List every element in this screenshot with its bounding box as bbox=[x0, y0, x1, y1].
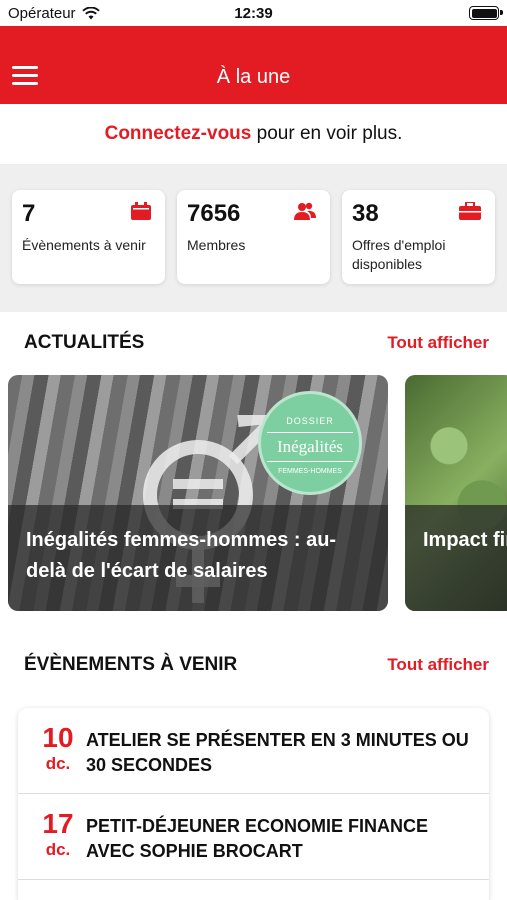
event-month: dc. bbox=[45, 754, 71, 773]
nav-bar: À la une bbox=[0, 26, 507, 104]
event-month: dc. bbox=[45, 840, 71, 859]
stat-label: Membres bbox=[187, 237, 246, 253]
events-heading: ÉVÈNEMENTS À VENIR bbox=[24, 654, 238, 675]
news-card[interactable]: Impact finance bbox=[405, 375, 507, 611]
stat-card-jobs[interactable]: 38 Offres d'emploi disponibles bbox=[342, 190, 495, 284]
news-card-title: Impact finance bbox=[405, 505, 507, 611]
event-title: PETIT-DÉJEUNER ECONOMIE FINANCE AVEC SOP… bbox=[86, 816, 429, 861]
stat-card-events[interactable]: 7 Évènements à venir bbox=[12, 190, 165, 284]
event-title: ATELIER SE PRÉSENTER EN 3 MINUTES OU 30 … bbox=[86, 730, 469, 775]
event-date: 17 dc. bbox=[36, 810, 80, 860]
news-card-title: Inégalités femmes-hommes : au-delà de l'… bbox=[8, 505, 388, 611]
news-heading: ACTUALITÉS bbox=[24, 332, 145, 353]
users-icon bbox=[294, 202, 316, 220]
stats-row: 7 Évènements à venir 7656 Membres 38 Off… bbox=[12, 190, 495, 284]
event-item[interactable]: 17 dc. PETIT-DÉJEUNER ECONOMIE FINANCE A… bbox=[18, 794, 489, 880]
news-see-all-link[interactable]: Tout afficher bbox=[387, 333, 489, 353]
events-see-all-link[interactable]: Tout afficher bbox=[387, 655, 489, 675]
connect-text: pour en voir plus. bbox=[251, 123, 403, 144]
briefcase-icon bbox=[459, 202, 481, 220]
event-date: 10 dc. bbox=[36, 724, 80, 774]
news-header: ACTUALITÉS Tout afficher bbox=[24, 332, 489, 354]
badge-bottom-text: FEMMES-HOMMES bbox=[278, 468, 342, 475]
dossier-badge: DOSSIER Inégalités FEMMES-HOMMES bbox=[258, 391, 362, 495]
stat-label: Évènements à venir bbox=[22, 237, 146, 253]
news-card[interactable]: DOSSIER Inégalités FEMMES-HOMMES Inégali… bbox=[8, 375, 388, 611]
calendar-icon bbox=[131, 202, 151, 220]
connect-banner: Connectez-vous pour en voir plus. bbox=[0, 104, 507, 164]
event-day: 17 bbox=[42, 808, 74, 839]
badge-top-text: DOSSIER bbox=[286, 416, 334, 426]
page-title: À la une bbox=[216, 66, 291, 88]
status-bar: Opérateur 12:39 bbox=[0, 0, 507, 26]
event-item[interactable]: 10 dc. ATELIER SE PRÉSENTER EN 3 MINUTES… bbox=[18, 708, 489, 794]
events-list: 10 dc. ATELIER SE PRÉSENTER EN 3 MINUTES… bbox=[18, 708, 489, 900]
battery-icon bbox=[469, 6, 503, 20]
event-day: 10 bbox=[42, 722, 74, 753]
badge-main-text: Inégalités bbox=[267, 432, 353, 462]
stat-card-members[interactable]: 7656 Membres bbox=[177, 190, 330, 284]
stat-label: Offres d'emploi disponibles bbox=[352, 237, 446, 272]
status-time: 12:39 bbox=[234, 5, 273, 22]
connect-link[interactable]: Connectez-vous bbox=[105, 123, 252, 144]
events-header: ÉVÈNEMENTS À VENIR Tout afficher bbox=[24, 654, 489, 676]
